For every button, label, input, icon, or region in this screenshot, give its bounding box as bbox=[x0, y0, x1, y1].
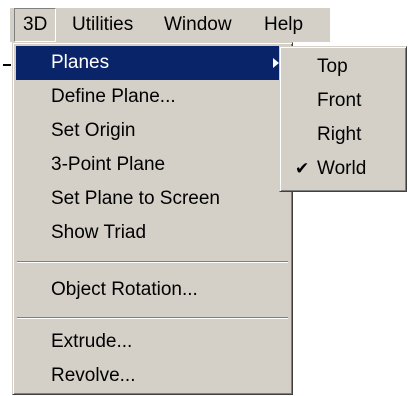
planes-submenu: Top Front Right ✔ World bbox=[279, 46, 407, 192]
menu-item-set-origin[interactable]: Set Origin bbox=[16, 114, 289, 148]
menu-item-set-plane-to-screen[interactable]: Set Plane to Screen bbox=[16, 182, 289, 216]
menubar-item-help[interactable]: Help bbox=[256, 8, 311, 42]
menu-separator bbox=[17, 317, 288, 319]
submenu-item-top[interactable]: Top bbox=[283, 50, 403, 84]
menu-3d-dropdown: Planes Define Plane... Set Origin 3-Poin… bbox=[12, 42, 293, 395]
menu-item-revolve[interactable]: Revolve... bbox=[16, 359, 289, 393]
menu-item-label: Planes bbox=[51, 52, 110, 73]
menu-item-object-rotation[interactable]: Object Rotation... bbox=[16, 273, 289, 307]
menu-separator bbox=[17, 261, 288, 263]
submenu-item-front[interactable]: Front bbox=[283, 84, 403, 118]
menubar-item-window[interactable]: Window bbox=[156, 8, 240, 42]
submenu-item-world[interactable]: ✔ World bbox=[283, 152, 403, 186]
menu-item-extrude[interactable]: Extrude... bbox=[16, 325, 289, 359]
menu-bar: 3D Utilities Window Help bbox=[10, 8, 330, 42]
menubar-item-utilities[interactable]: Utilities bbox=[64, 8, 141, 42]
submenu-item-right[interactable]: Right bbox=[283, 118, 403, 152]
menu-item-show-triad[interactable]: Show Triad bbox=[16, 216, 289, 250]
menubar-item-3d[interactable]: 3D bbox=[14, 8, 57, 42]
background-mark bbox=[3, 64, 11, 66]
menu-item-3-point-plane[interactable]: 3-Point Plane bbox=[16, 148, 289, 182]
submenu-item-label: World bbox=[317, 158, 367, 179]
menu-item-define-plane[interactable]: Define Plane... bbox=[16, 80, 289, 114]
menu-item-planes[interactable]: Planes bbox=[16, 46, 289, 80]
check-icon: ✔ bbox=[295, 159, 310, 179]
